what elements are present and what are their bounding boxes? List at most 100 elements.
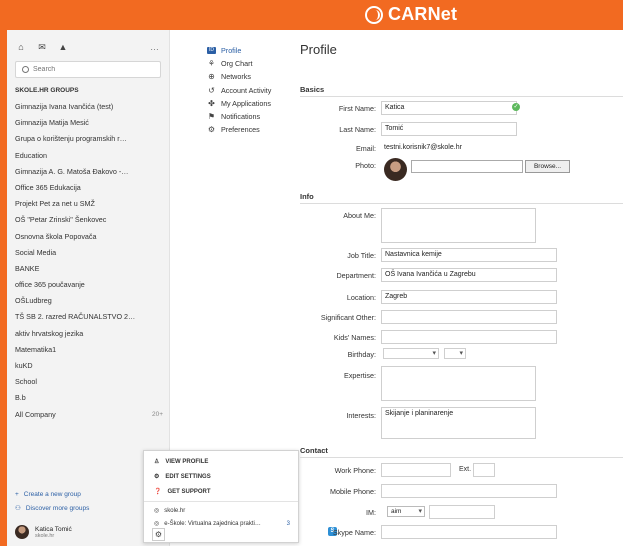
group-item[interactable]: Gimnazija Ivana Ivančića (test) [15, 99, 163, 115]
brand-name: CARNet [388, 4, 458, 24]
photo-file-input[interactable] [411, 160, 523, 173]
group-item[interactable]: B.b [15, 390, 163, 406]
search-box[interactable] [15, 61, 161, 78]
interests-label: Interests: [346, 411, 376, 420]
photo-label: Photo: [355, 161, 376, 170]
nav-org-chart[interactable]: ⚘ Org Chart [207, 57, 271, 70]
ext-label: Ext. [459, 466, 472, 473]
edit-settings-item[interactable]: ⚙ EDIT SETTINGS [144, 469, 298, 484]
nav-account-activity[interactable]: ↺ Account Activity [207, 84, 271, 97]
first-name-label: First Name: [338, 104, 376, 113]
about-me-label: About Me: [343, 211, 376, 220]
group-item-all-company[interactable]: All Company 20+ [15, 407, 163, 423]
work-phone-field[interactable] [381, 463, 451, 477]
nav-networks[interactable]: ⊕ Networks [207, 70, 271, 83]
history-icon: ↺ [208, 85, 215, 95]
group-list: Gimnazija Ivana Ivančića (test) Gimnazij… [15, 99, 163, 423]
about-me-field[interactable] [381, 208, 536, 243]
inbox-icon[interactable]: ✉ [36, 42, 48, 52]
group-item[interactable]: kuKD [15, 358, 163, 374]
notifications-bell-icon[interactable]: ▲ [57, 42, 69, 52]
group-item[interactable]: BANKE [15, 261, 163, 277]
discover-groups-link[interactable]: ⚇ Discover more groups [15, 504, 89, 513]
globe-icon: ⊕ [208, 72, 215, 82]
group-item[interactable]: aktiv hrvatskog jezika [15, 326, 163, 342]
birthday-label: Birthday: [347, 350, 376, 359]
nav-preferences[interactable]: ⚙ Preferences [207, 123, 271, 136]
page-title: Profile [300, 42, 337, 57]
search-input[interactable] [33, 66, 143, 73]
search-icon [22, 66, 29, 73]
puzzle-icon: ✤ [208, 98, 215, 108]
email-value: testni.korisnik7@skole.hr [384, 144, 462, 151]
nav-notifications[interactable]: ⚑ Notifications [207, 110, 271, 123]
expertise-field[interactable] [381, 366, 536, 401]
user-name: Katica Tomić [35, 525, 72, 533]
gear-icon: ⚙ [154, 530, 163, 539]
group-item[interactable]: Matematika1 [15, 342, 163, 358]
group-item[interactable]: School [15, 374, 163, 390]
birthday-month-select[interactable] [383, 348, 439, 359]
info-heading: Info [300, 192, 314, 201]
group-item[interactable]: Osnovna škola Popovača [15, 229, 163, 245]
mobile-phone-label: Mobile Phone: [330, 487, 376, 496]
settings-gear-button[interactable]: ⚙ [152, 528, 165, 541]
group-item[interactable]: Gimnazija Matija Mesić [15, 115, 163, 131]
notifications-icon: ⚑ [207, 112, 216, 122]
group-item[interactable]: TŠ SB 2. razred RAČUNALSTVO 2… [15, 309, 163, 325]
valid-check-icon: ✓ [512, 103, 520, 111]
brand-bar: CARNet [0, 0, 623, 30]
current-user[interactable]: Katica Tomić skole.hr [15, 525, 72, 539]
nav-my-applications[interactable]: ✤ My Applications [207, 97, 271, 110]
group-item[interactable]: Office 365 Edukacija [15, 180, 163, 196]
group-item[interactable]: Projekt Pet za net u SMŽ [15, 196, 163, 212]
group-item[interactable]: Education [15, 148, 163, 164]
group-item[interactable]: Social Media [15, 245, 163, 261]
birthday-day-select[interactable] [444, 348, 466, 359]
network-item[interactable]: ◎ e-Škole: Virtualna zajednica prakti… 3 [144, 517, 298, 530]
expertise-label: Expertise: [344, 371, 376, 380]
gear-icon: ⚙ [207, 125, 216, 135]
department-field[interactable]: OŠ Ivana Ivančića u Zagrebu [381, 268, 557, 282]
kids-names-label: Kids' Names: [333, 333, 376, 342]
help-icon: ❓ [154, 489, 162, 495]
group-item[interactable]: OŠLudbreg [15, 293, 163, 309]
gear-icon: ⚙ [154, 474, 160, 480]
email-label: Email: [356, 144, 376, 153]
job-title-label: Job Title: [347, 251, 376, 260]
group-item[interactable]: office 365 poučavanje [15, 277, 163, 293]
significant-other-field[interactable] [381, 310, 557, 324]
divider [300, 96, 623, 97]
get-support-item[interactable]: ❓ GET SUPPORT [144, 484, 298, 499]
im-name-field[interactable] [429, 505, 495, 519]
im-service-select[interactable]: aim [387, 506, 425, 517]
kids-names-field[interactable] [381, 330, 557, 344]
group-item[interactable]: OŠ "Petar Zrinski" Šenkovec [15, 212, 163, 228]
skype-name-field[interactable] [381, 525, 557, 539]
network-item[interactable]: ◎ skole.hr [144, 504, 298, 517]
app-window: ⌂ ✉ ▲ … SKOLE.HR GROUPS Gimnazija Ivana … [7, 30, 623, 546]
nav-profile[interactable]: ID Profile [207, 44, 271, 57]
browse-button[interactable]: Browse... [525, 160, 570, 173]
more-options-icon[interactable]: … [150, 42, 159, 52]
im-label: IM: [366, 508, 376, 517]
create-group-link[interactable]: + Create a new group [15, 491, 81, 498]
interests-field[interactable]: Skijanje i planinarenje [381, 407, 536, 439]
groups-heading: SKOLE.HR GROUPS [15, 87, 79, 94]
group-count-badge: 20+ [151, 410, 163, 418]
location-field[interactable]: Zagreb [381, 290, 557, 304]
home-icon[interactable]: ⌂ [15, 42, 27, 52]
mobile-phone-field[interactable] [381, 484, 557, 498]
first-name-field[interactable]: Katica [381, 101, 517, 115]
group-item[interactable]: Gimnazija A. G. Matoša Đakovo -… [15, 164, 163, 180]
last-name-field[interactable]: Tomić [381, 122, 517, 136]
user-menu-popup: ♙ VIEW PROFILE ⚙ EDIT SETTINGS ❓ GET SUP… [143, 450, 299, 543]
profile-card-icon: ID [207, 47, 216, 55]
person-icon: ♙ [154, 459, 160, 465]
last-name-label: Last Name: [339, 125, 376, 134]
group-item[interactable]: Grupa o korištenju programskih r… [15, 131, 163, 147]
extension-field[interactable] [473, 463, 495, 477]
view-profile-item[interactable]: ♙ VIEW PROFILE [144, 454, 298, 469]
job-title-field[interactable]: Nastavnica kemije [381, 248, 557, 262]
org-chart-icon: ⚘ [207, 59, 216, 69]
